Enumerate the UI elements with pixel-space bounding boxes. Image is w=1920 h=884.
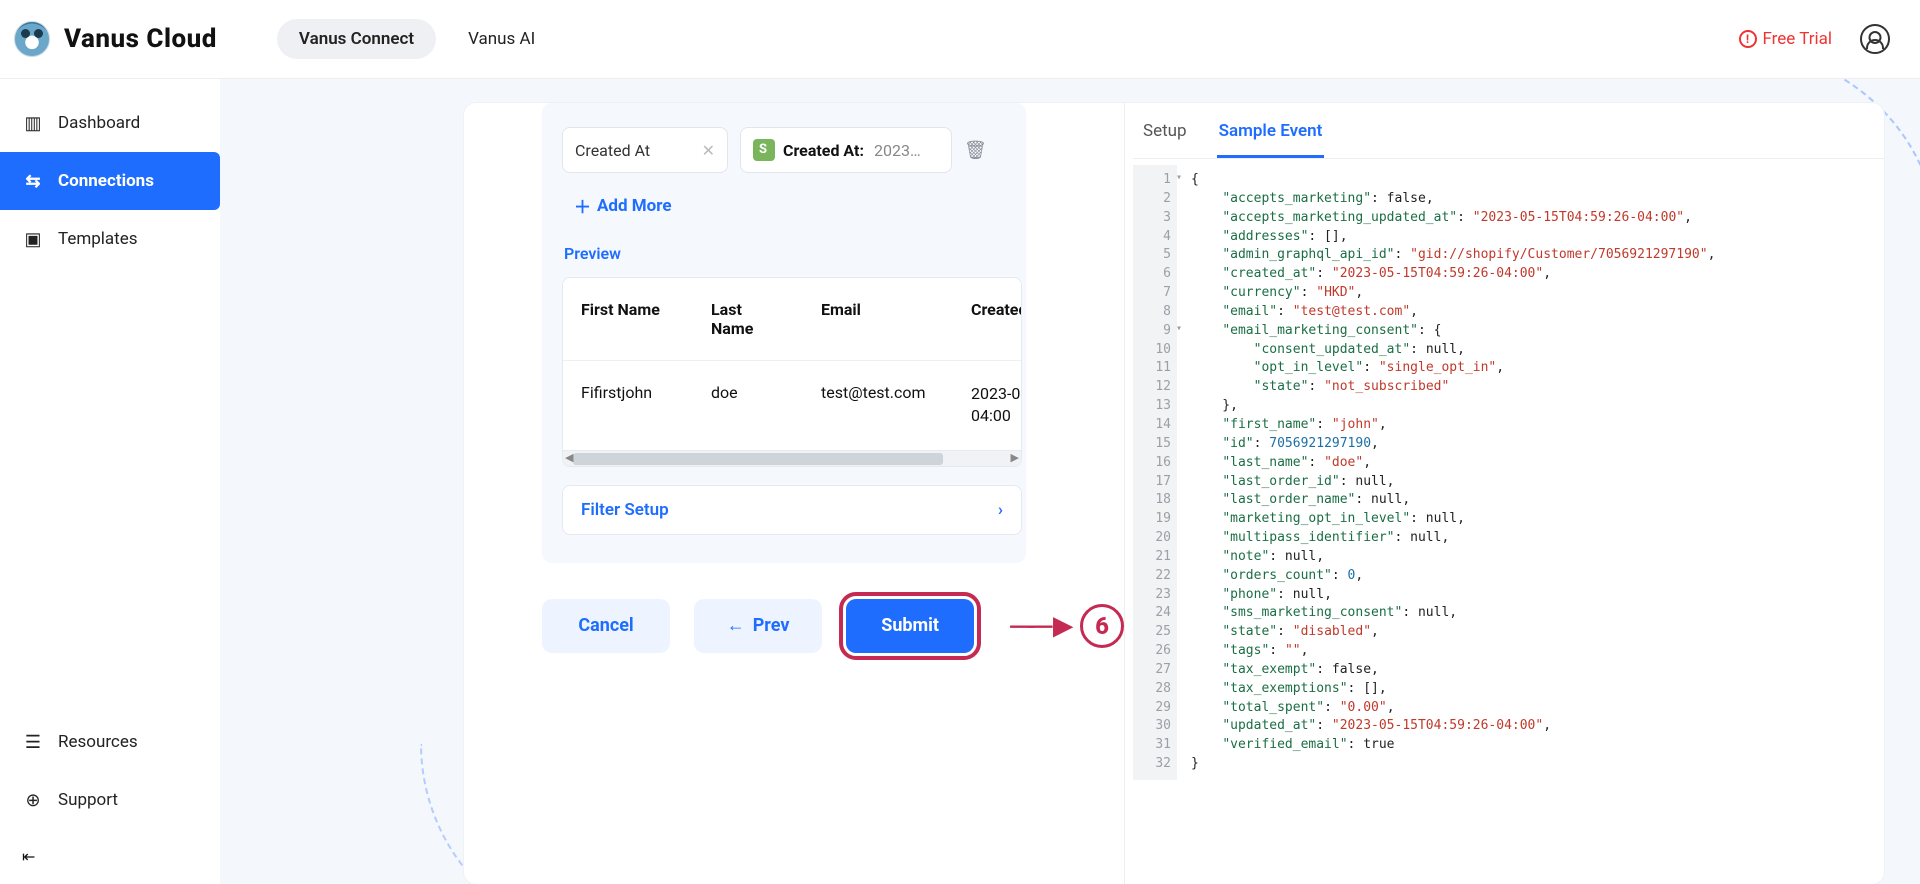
submit-label: Submit xyxy=(881,615,939,636)
sidebar-item-connections[interactable]: ⇆ Connections xyxy=(0,152,220,210)
chevron-right-icon: › xyxy=(998,500,1003,520)
scroll-left-icon: ◀ xyxy=(565,451,573,464)
filter-setup-label: Filter Setup xyxy=(581,500,669,520)
chip-label: Created At: xyxy=(783,141,864,160)
arrow-right-icon: ──► xyxy=(1010,606,1074,646)
table-cell: Fifirstjohn xyxy=(563,361,693,450)
sidebar-collapse-button[interactable]: ⇤ xyxy=(0,829,220,884)
sidebar-label: Dashboard xyxy=(58,113,140,133)
chip-value: 2023… xyxy=(874,141,921,160)
delete-row-button[interactable]: 🗑 xyxy=(964,140,987,161)
table-row: Fifirstjohn doe test@test.com 2023-05 15… xyxy=(563,361,1022,450)
preview-label: Preview xyxy=(564,244,1006,263)
source-chip-created-at[interactable]: Created At: 2023… xyxy=(740,127,952,173)
cancel-button[interactable]: Cancel xyxy=(542,599,670,653)
prev-label: Prev xyxy=(753,615,790,636)
sidebar-item-dashboard[interactable]: ▥ Dashboard xyxy=(0,94,220,152)
prev-button[interactable]: ← Prev xyxy=(694,599,822,653)
arrow-left-icon: ← xyxy=(727,615,745,636)
sidebar-item-support[interactable]: ⊕ Support xyxy=(0,771,220,829)
add-more-label: Add More xyxy=(597,196,672,216)
preview-table: First Name Last Name Email Created Fifir… xyxy=(562,277,1022,467)
cancel-label: Cancel xyxy=(578,615,633,636)
clear-icon[interactable]: ✕ xyxy=(702,141,715,160)
free-trial-label: Free Trial xyxy=(1763,29,1833,49)
connections-icon: ⇆ xyxy=(22,170,44,192)
collapse-icon: ⇤ xyxy=(22,847,35,866)
table-header: Last Name xyxy=(693,278,803,361)
table-cell: test@test.com xyxy=(803,361,953,450)
submit-button[interactable]: Submit xyxy=(846,599,974,653)
wizard-buttons: Cancel ← Prev Submit ──► 6 xyxy=(542,599,1124,653)
tab-setup[interactable]: Setup xyxy=(1141,121,1189,158)
content-card: Created At ✕ Created At: 2023… 🗑 ＋ Add M… xyxy=(464,103,1884,884)
table-header: Created xyxy=(953,278,1022,361)
logo[interactable]: Vanus Cloud xyxy=(14,21,217,57)
dashboard-icon: ▥ xyxy=(22,112,44,134)
tab-vanus-connect[interactable]: Vanus Connect xyxy=(277,19,436,59)
main-area: Created At ✕ Created At: 2023… 🗑 ＋ Add M… xyxy=(220,79,1920,884)
free-trial-badge[interactable]: ! Free Trial xyxy=(1739,29,1833,49)
line-gutter: 12345678 910111213141516 171819202122232… xyxy=(1133,165,1177,780)
left-pane: Created At ✕ Created At: 2023… 🗑 ＋ Add M… xyxy=(464,103,1124,884)
mapping-row: Created At ✕ Created At: 2023… 🗑 xyxy=(562,127,1006,173)
tab-sample-event[interactable]: Sample Event xyxy=(1217,121,1325,158)
sidebar-item-resources[interactable]: ☰ Resources xyxy=(0,713,220,771)
json-code: { "accepts_marketing": false, "accepts_m… xyxy=(1177,165,1715,780)
mapping-card: Created At ✕ Created At: 2023… 🗑 ＋ Add M… xyxy=(542,103,1026,563)
table-header: Email xyxy=(803,278,953,361)
sidebar-label: Support xyxy=(58,790,118,810)
templates-icon: ▣ xyxy=(22,228,44,250)
json-viewer[interactable]: 12345678 910111213141516 171819202122232… xyxy=(1133,165,1884,780)
shopify-icon xyxy=(753,139,775,161)
header-tabs: Vanus Connect Vanus AI xyxy=(277,19,557,59)
sidebar-label: Resources xyxy=(58,732,138,752)
right-tabs: Setup Sample Event xyxy=(1133,121,1884,159)
logo-icon xyxy=(14,21,50,57)
step-indicator: ──► 6 xyxy=(1010,599,1124,653)
account-icon[interactable] xyxy=(1860,24,1890,54)
sidebar-item-templates[interactable]: ▣ Templates xyxy=(0,210,220,268)
step-number: 6 xyxy=(1080,604,1124,648)
resources-icon: ☰ xyxy=(22,731,44,753)
add-more-button[interactable]: ＋ Add More xyxy=(574,193,1006,218)
sidebar-label: Connections xyxy=(58,171,154,191)
table-header: First Name xyxy=(563,278,693,361)
alert-icon: ! xyxy=(1739,30,1757,48)
field-chip-created-at[interactable]: Created At ✕ xyxy=(562,127,728,173)
sidebar: ▥ Dashboard ⇆ Connections ▣ Templates ☰ … xyxy=(0,79,220,884)
tab-vanus-ai[interactable]: Vanus AI xyxy=(446,19,557,59)
horizontal-scrollbar[interactable]: ◀ ▶ xyxy=(563,450,1021,466)
brand-name: Vanus Cloud xyxy=(64,24,217,54)
scroll-right-icon: ▶ xyxy=(1011,451,1019,464)
table-cell: 2023-05 15T04:59 04:00 xyxy=(953,361,1022,450)
support-icon: ⊕ xyxy=(22,789,44,811)
table-cell: doe xyxy=(693,361,803,450)
header: Vanus Cloud Vanus Connect Vanus AI ! Fre… xyxy=(0,0,1920,79)
sidebar-label: Templates xyxy=(58,229,138,249)
filter-setup-button[interactable]: Filter Setup › xyxy=(562,485,1022,535)
chip-label: Created At xyxy=(575,141,650,160)
plus-icon: ＋ xyxy=(574,193,591,218)
right-pane: Setup Sample Event 12345678 910111213141… xyxy=(1124,103,1884,884)
